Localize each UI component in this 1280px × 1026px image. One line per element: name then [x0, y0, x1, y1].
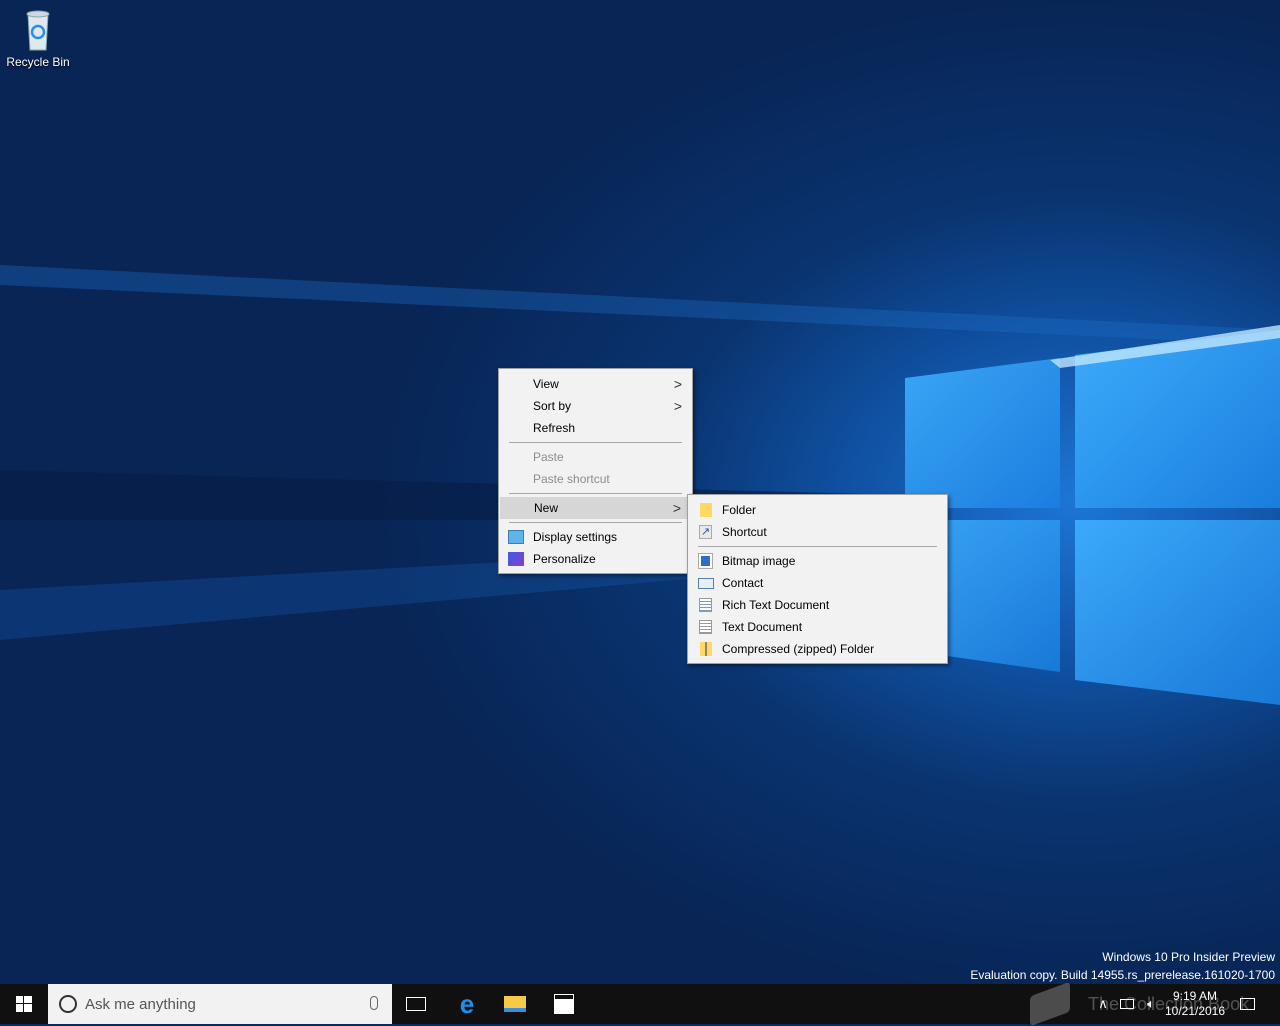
menu-item-refresh[interactable]: Refresh	[499, 417, 692, 439]
submenu-item-shortcut[interactable]: ↗ Shortcut	[688, 521, 947, 543]
new-submenu: Folder ↗ Shortcut Bitmap image Contact Ri…	[687, 494, 948, 664]
volume-icon[interactable]: 🔈︎	[1140, 984, 1162, 1024]
notification-icon	[1239, 998, 1255, 1010]
submenu-item-contact[interactable]: Contact	[688, 572, 947, 594]
menu-item-label: Display settings	[533, 530, 618, 544]
submenu-item-folder[interactable]: Folder	[688, 499, 947, 521]
menu-item-label: Paste shortcut	[533, 472, 610, 486]
menu-item-label: Paste	[533, 450, 564, 464]
build-watermark-edition: Windows 10 Pro Insider Preview	[1102, 950, 1275, 964]
submenu-item-text-document[interactable]: Text Document	[688, 616, 947, 638]
menu-item-new[interactable]: New >	[500, 497, 691, 519]
menu-item-label: Bitmap image	[722, 554, 796, 568]
build-watermark-build: Evaluation copy. Build 14955.rs_prerelea…	[970, 968, 1275, 982]
show-hidden-icons-button[interactable]: ∧	[1093, 984, 1113, 1024]
book-icon	[1030, 981, 1070, 1026]
menu-item-label: Contact	[722, 576, 764, 590]
submenu-item-bitmap-image[interactable]: Bitmap image	[688, 550, 947, 572]
menu-item-view[interactable]: View >	[499, 373, 692, 395]
folder-icon	[700, 503, 712, 517]
action-center-button[interactable]	[1234, 984, 1260, 1024]
chevron-up-icon: ∧	[1098, 996, 1108, 1011]
search-placeholder: Ask me anything	[85, 995, 196, 1013]
menu-item-display-settings[interactable]: Display settings	[499, 526, 692, 548]
taskbar: Ask me anything e ∧ 🔈︎ 9:19 AM 10/21/201…	[0, 981, 1280, 1026]
bitmap-icon	[698, 553, 713, 569]
display-icon	[508, 530, 524, 544]
edge-icon: e	[459, 988, 475, 1019]
task-view-button[interactable]	[392, 984, 440, 1024]
desktop[interactable]: Recycle Bin View > Sort by > Refresh Paste…	[0, 0, 1280, 984]
cortana-search-box[interactable]: Ask me anything	[48, 984, 392, 1024]
menu-item-label: New	[534, 501, 559, 515]
menu-item-label: Personalize	[533, 552, 596, 566]
menu-item-label: Refresh	[533, 421, 576, 435]
menu-separator	[509, 522, 682, 523]
menu-item-label: Folder	[722, 503, 757, 517]
chevron-right-icon: >	[673, 376, 682, 392]
start-button[interactable]	[0, 984, 48, 1024]
submenu-item-rich-text-document[interactable]: Rich Text Document	[688, 594, 947, 616]
rich-text-icon	[699, 598, 712, 612]
store-button[interactable]	[540, 984, 588, 1024]
network-icon[interactable]	[1116, 984, 1138, 1024]
menu-item-paste[interactable]: Paste	[499, 446, 692, 468]
file-explorer-icon	[504, 996, 526, 1012]
zip-folder-icon	[700, 642, 712, 656]
contact-icon	[698, 578, 714, 589]
cortana-icon	[59, 995, 77, 1013]
chevron-right-icon: >	[673, 398, 682, 414]
file-explorer-button[interactable]	[491, 984, 539, 1024]
task-view-icon	[406, 997, 426, 1011]
store-icon	[554, 994, 574, 1014]
menu-item-label: Compressed (zipped) Folder	[722, 642, 875, 656]
personalize-icon	[508, 552, 524, 566]
menu-item-paste-shortcut[interactable]: Paste shortcut	[499, 468, 692, 490]
menu-item-sort-by[interactable]: Sort by >	[499, 395, 692, 417]
microphone-icon[interactable]	[370, 996, 378, 1010]
menu-separator	[509, 442, 682, 443]
submenu-item-compressed-folder[interactable]: Compressed (zipped) Folder	[688, 638, 947, 660]
desktop-icon-recycle-bin[interactable]: Recycle Bin	[4, 8, 72, 69]
text-document-icon	[699, 620, 712, 634]
shortcut-icon: ↗	[699, 525, 712, 539]
edge-button[interactable]: e	[443, 984, 491, 1024]
menu-item-personalize[interactable]: Personalize	[499, 548, 692, 570]
desktop-context-menu: View > Sort by > Refresh Paste Paste short…	[498, 368, 693, 574]
clock[interactable]: 9:19 AM 10/21/2016	[1160, 984, 1230, 1024]
menu-item-label: Rich Text Document	[722, 598, 830, 612]
clock-date: 10/21/2016	[1164, 1004, 1226, 1018]
menu-separator	[509, 493, 682, 494]
windows-logo-icon	[16, 996, 32, 1012]
menu-item-label: Shortcut	[722, 525, 767, 539]
desktop-icon-label: Recycle Bin	[6, 55, 70, 69]
menu-item-label: Sort by	[533, 399, 572, 413]
menu-item-label: View	[533, 377, 559, 391]
clock-time: 9:19 AM	[1172, 989, 1218, 1003]
chevron-right-icon: >	[672, 500, 681, 516]
menu-separator	[698, 546, 937, 547]
recycle-bin-icon	[26, 10, 50, 51]
menu-item-label: Text Document	[722, 620, 803, 634]
